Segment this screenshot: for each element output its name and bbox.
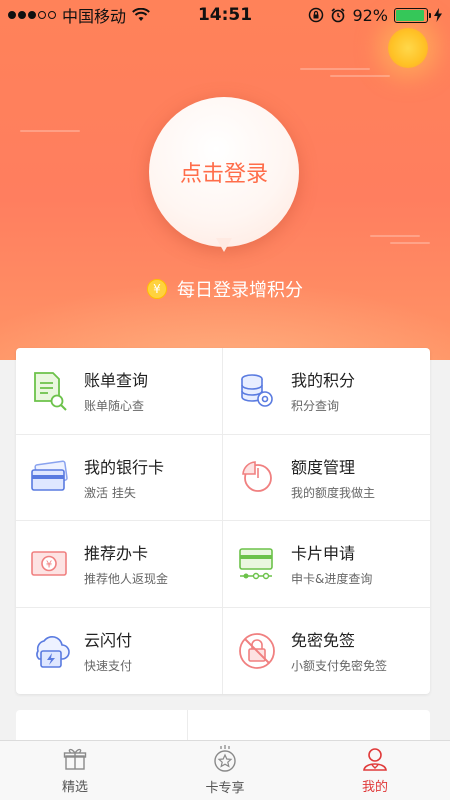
user-icon [363,748,387,771]
coin-icon: ¥ [147,279,167,299]
service-credit-limit[interactable]: 额度管理 我的额度我做主 [223,435,430,521]
service-bill-query[interactable]: 账单查询 账单随心查 [16,348,223,435]
cloud-pay-icon [30,631,70,671]
cash-icon: ¥ [30,544,70,584]
cloud-streak [330,75,390,77]
service-subtitle: 账单随心查 [84,399,145,414]
service-cloud-pay[interactable]: 云闪付 快速支付 [16,607,223,694]
tab-label: 精选 [61,780,88,795]
service-password-free[interactable]: 免密免签 小额支付免密免签 [223,608,430,695]
service-subtitle: 小额支付免密免签 [291,659,388,674]
service-subtitle: 推荐他人返现金 [84,572,169,587]
points-tip-label: 每日登录增积分 [177,280,303,301]
service-title: 免密免签 [291,631,356,651]
service-subtitle: 我的额度我做主 [291,485,376,500]
daily-points-tip: ¥ 每日登录增积分 [0,276,450,302]
login-button[interactable]: 点击登录 [149,97,299,247]
status-time: 14:51 [197,5,253,25]
service-title: 我的积分 [291,371,356,391]
tab-mine[interactable]: 我的 [300,741,450,800]
signal-icon [8,11,56,19]
cloud-streak [370,235,420,237]
service-title: 云闪付 [84,631,133,651]
no-lock-icon [237,631,277,671]
service-subtitle: 积分查询 [291,399,340,414]
services-grid: 账单查询 账单随心查 我的积分 积分查询 我的银行卡 激活 挂失 额度管理 我的… [16,348,430,694]
charging-bolt-icon [434,8,442,22]
service-title: 额度管理 [291,457,356,477]
alarm-icon [331,8,345,23]
service-subtitle: 激活 挂失 [84,485,136,500]
gift-icon [63,748,87,770]
pie-chart-icon [237,457,277,497]
card-progress-icon [237,544,277,584]
service-subtitle: 快速支付 [84,659,133,674]
rotation-lock-icon [309,7,324,23]
tab-card-exclusive[interactable]: 卡专享 [150,741,300,800]
service-my-points[interactable]: 我的积分 积分查询 [223,348,430,435]
service-title: 推荐办卡 [84,544,149,564]
service-refer-card[interactable]: ¥ 推荐办卡 推荐他人返现金 [16,521,223,608]
tab-label: 我的 [361,780,388,795]
points-gear-icon [237,371,277,411]
battery-icon [394,7,431,23]
tab-featured[interactable]: 精选 [0,741,150,800]
cloud-streak [390,242,430,244]
service-title: 账单查询 [84,371,149,391]
service-my-bank-cards[interactable]: 我的银行卡 激活 挂失 [16,434,223,521]
svg-text:¥: ¥ [46,559,52,570]
bank-cards-icon [30,457,70,497]
login-bubble-tail [216,238,232,252]
status-bar: 中国移动 14:51 92% [0,0,450,30]
tab-label: 卡专享 [205,781,245,796]
star-badge-icon [214,745,236,772]
service-card-application[interactable]: 卡片申请 申卡&进度查询 [223,521,430,608]
battery-fill [396,9,424,21]
tab-bar: 精选 卡专享 我的 [0,740,450,800]
service-subtitle: 申卡&进度查询 [291,572,373,587]
service-title: 卡片申请 [291,544,356,564]
carrier-label: 中国移动 [62,7,127,26]
cloud-streak [300,68,370,70]
bill-search-icon [30,371,70,411]
cloud-streak [20,130,80,132]
wifi-icon [132,8,150,21]
service-title: 我的银行卡 [84,457,165,477]
sun-icon [388,28,428,68]
battery-percent: 92% [352,5,388,25]
